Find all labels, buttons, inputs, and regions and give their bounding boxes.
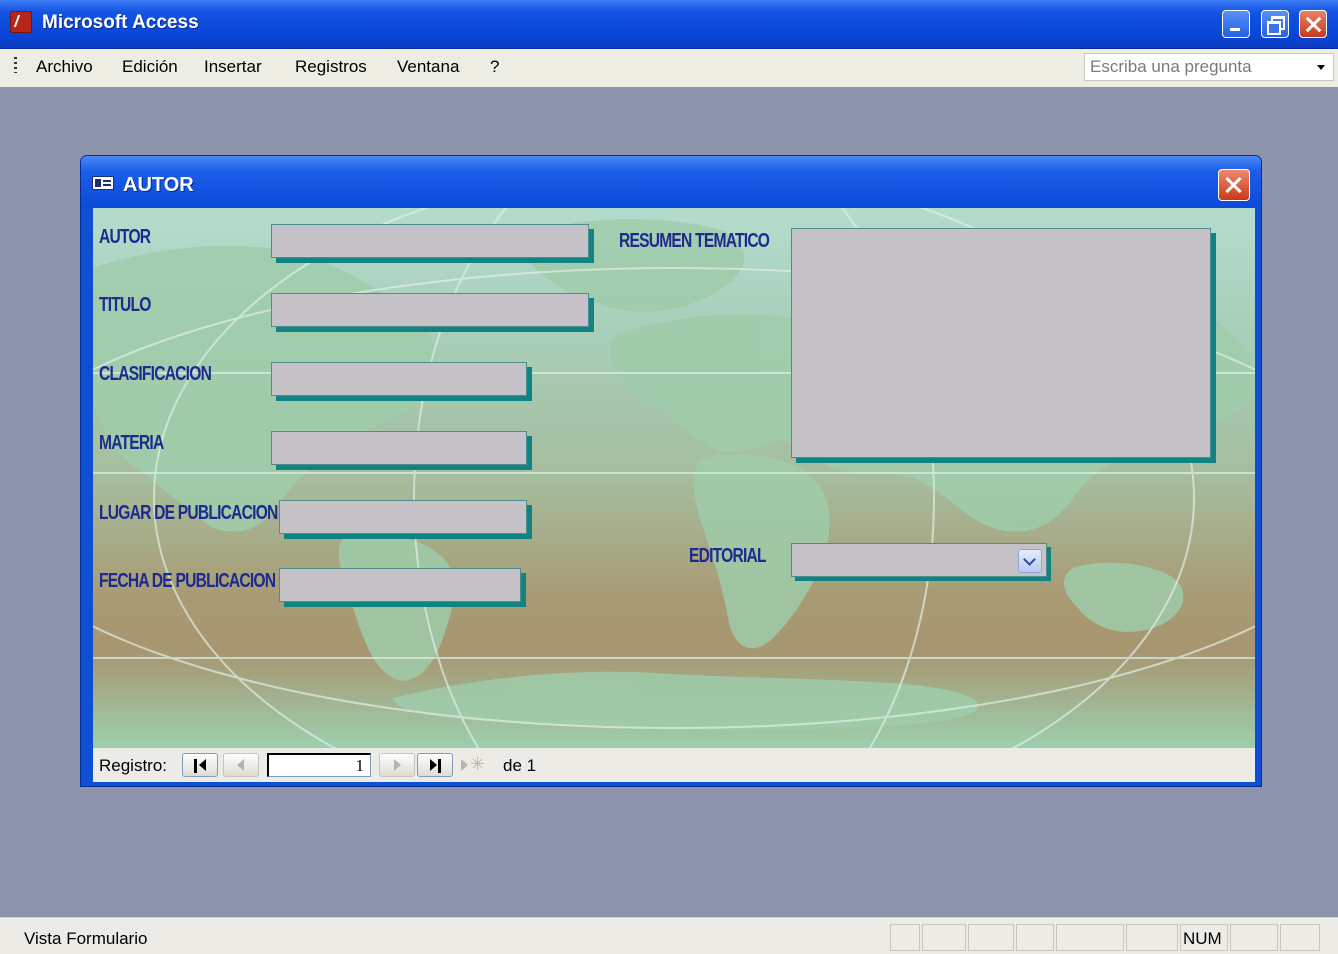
first-record-icon [194,759,197,773]
form-window-autor: AUTOR AUTOR TITULO CLASIFICACION MATERIA… [80,155,1262,787]
label-materia: MATERIA [99,432,164,454]
first-record-button[interactable] [182,753,218,777]
label-titulo: TITULO [99,294,151,316]
materia-input[interactable] [272,432,526,464]
last-record-icon [438,759,441,773]
status-panel [1280,924,1320,951]
access-app-icon[interactable] [10,11,32,33]
label-clasificacion: CLASIFICACION [99,363,212,385]
previous-record-button[interactable] [223,753,259,777]
field-lugar-publicacion[interactable] [279,500,527,534]
resumen-tematico-textarea[interactable] [792,229,1210,457]
status-panel [1056,924,1124,951]
titulo-input[interactable] [272,294,588,326]
field-clasificacion[interactable] [271,362,527,396]
next-record-icon [394,759,401,771]
menu-bar: Archivo Edición Insertar Registros Venta… [0,49,1338,87]
menu-insertar[interactable]: Insertar [204,57,262,77]
label-resumen-tematico: RESUMEN TEMATICO [619,230,770,252]
num-lock-indicator: NUM [1183,929,1222,948]
menu-edicion[interactable]: Edición [122,57,178,77]
field-titulo[interactable] [271,293,589,327]
status-panel [968,924,1014,951]
menu-grip-handle[interactable] [14,57,17,73]
new-record-arrow-icon [461,759,468,771]
form-close-button[interactable] [1218,169,1250,201]
new-record-asterisk-icon: ✳ [470,754,486,774]
help-question-input[interactable] [1085,54,1312,80]
first-record-arrow-icon [199,759,206,771]
clasificacion-input[interactable] [272,363,526,395]
form-title-bar[interactable]: AUTOR [81,156,1261,208]
menu-registros[interactable]: Registros [295,57,367,77]
app-title: Microsoft Access [42,12,199,33]
record-navigation-bar: Registro: ✳ de 1 [93,748,1255,782]
status-panel [890,924,920,951]
field-materia[interactable] [271,431,527,465]
current-record-input[interactable] [267,753,371,777]
previous-record-icon [237,759,244,771]
chevron-down-icon[interactable] [1018,549,1042,573]
form-detail-section: AUTOR TITULO CLASIFICACION MATERIA LUGAR… [93,208,1255,748]
label-lugar-publicacion: LUGAR DE PUBLICACION [99,502,278,524]
next-record-button[interactable] [379,753,415,777]
field-fecha-publicacion[interactable] [279,568,521,602]
fecha-publicacion-input[interactable] [280,569,520,601]
form-title: AUTOR [123,174,194,196]
record-count: de 1 [503,756,537,775]
last-record-arrow-icon [430,759,437,771]
status-panel [922,924,966,951]
close-button[interactable] [1299,10,1327,38]
combo-editorial[interactable] [791,543,1047,577]
lugar-publicacion-input[interactable] [280,501,526,533]
restore-button[interactable] [1261,10,1289,38]
menu-help[interactable]: ? [490,57,499,77]
minimize-button[interactable] [1222,10,1250,38]
field-resumen-tematico[interactable] [791,228,1211,458]
label-fecha-publicacion: FECHA DE PUBLICACION [99,570,276,592]
field-autor[interactable] [271,224,589,258]
autor-input[interactable] [272,225,588,257]
status-bar: Vista Formulario NUM [0,917,1338,954]
status-panel [1016,924,1054,951]
new-record-button[interactable]: ✳ [457,753,493,777]
last-record-button[interactable] [417,753,453,777]
menu-ventana[interactable]: Ventana [397,57,459,77]
label-autor: AUTOR [99,226,151,248]
menu-archivo[interactable]: Archivo [36,57,93,77]
status-panel [1230,924,1278,951]
title-bar: Microsoft Access [0,0,1338,49]
label-editorial: EDITORIAL [689,545,767,567]
status-panel [1126,924,1178,951]
help-dropdown-arrow-icon[interactable] [1313,59,1329,75]
form-icon [92,176,114,190]
status-text: Vista Formulario [24,929,148,948]
help-question-box[interactable] [1084,53,1334,81]
record-label: Registro: [99,756,168,775]
editorial-input[interactable] [792,544,1012,576]
